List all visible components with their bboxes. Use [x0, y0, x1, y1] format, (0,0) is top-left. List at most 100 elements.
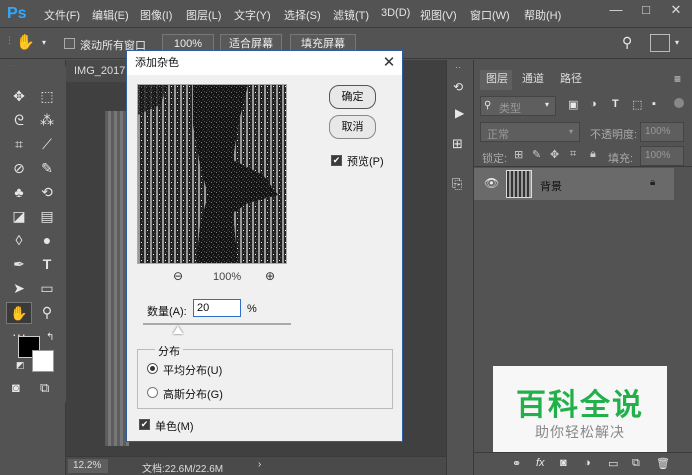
default-colors-icon[interactable]: ◩	[16, 360, 25, 371]
character-panel-icon[interactable]: ⎘	[452, 176, 462, 192]
layer-name[interactable]: 背景	[540, 178, 562, 194]
adjustment-layer-icon[interactable]: ◑	[584, 457, 591, 469]
fx-icon[interactable]: fx	[536, 457, 545, 469]
zoom-out-icon[interactable]: ⊖	[173, 269, 183, 283]
menu-view[interactable]: 视图(V)	[420, 7, 457, 23]
new-group-icon[interactable]: ▭	[608, 457, 618, 470]
filter-pixel-icon[interactable]: ▣	[568, 98, 578, 111]
magic-wand-icon[interactable]: ⁂	[36, 110, 58, 130]
panel-menu-icon[interactable]: ≡	[674, 72, 681, 86]
grip-icon: ⋮	[5, 35, 14, 45]
menu-layer[interactable]: 图层(L)	[186, 7, 221, 23]
dodge-tool-icon[interactable]: ●	[36, 230, 58, 250]
hand-tool-icon[interactable]: ✋	[16, 33, 35, 51]
filter-adjustment-icon[interactable]: ◑	[590, 98, 597, 110]
zoom-level[interactable]: 12.2%	[68, 459, 108, 473]
add-mask-icon[interactable]: ◙	[560, 457, 567, 469]
layer-filter-select[interactable]: ⚲ 类型 ▾	[480, 96, 556, 116]
menu-help[interactable]: 帮助(H)	[524, 7, 561, 23]
search-icon[interactable]: ⚲	[622, 34, 632, 51]
tab-channels[interactable]: 通道	[516, 68, 550, 90]
clone-stamp-icon[interactable]: ♣	[8, 182, 30, 202]
mono-checkbox[interactable]: ✔	[139, 419, 150, 430]
gaussian-radio[interactable]	[147, 387, 158, 398]
path-select-icon[interactable]: ➤	[8, 278, 30, 298]
new-layer-icon[interactable]: ⧉	[632, 457, 640, 470]
tab-layers[interactable]: 图层	[480, 68, 514, 90]
lock-transparent-icon[interactable]: ⊞	[514, 148, 523, 161]
lock-pixels-icon[interactable]: ✎	[532, 148, 541, 161]
scroll-all-checkbox[interactable]	[64, 38, 75, 49]
menu-edit[interactable]: 编辑(E)	[92, 7, 129, 23]
gradient-tool-icon[interactable]: ▤	[36, 206, 58, 226]
pen-tool-icon[interactable]: ✒	[8, 254, 30, 274]
filter-toggle[interactable]	[674, 98, 684, 108]
workspace-dropdown-icon[interactable]: ▾	[675, 38, 679, 47]
minimize-button[interactable]: —	[606, 2, 626, 18]
menu-filter[interactable]: 滤镜(T)	[333, 7, 369, 23]
rectangle-tool-icon[interactable]: ▭	[36, 278, 58, 298]
amount-input[interactable]: 20	[193, 299, 241, 317]
tab-paths[interactable]: 路径	[554, 68, 588, 90]
eyedropper-icon[interactable]: ⟋	[36, 134, 58, 154]
blend-mode-value: 正常	[487, 129, 509, 141]
fill-input[interactable]: 100%	[640, 146, 684, 166]
type-tool-icon[interactable]: T	[36, 254, 58, 274]
watermark-title: 百科全说	[516, 389, 644, 422]
status-menu-icon[interactable]: ›	[258, 459, 261, 470]
marquee-tool-icon[interactable]: ⬚	[36, 86, 58, 106]
properties-panel-icon[interactable]: ⊞	[452, 136, 463, 152]
lock-all-icon[interactable]: 🔒︎	[590, 148, 596, 161]
menu-3d[interactable]: 3D(D)	[381, 7, 410, 19]
uniform-radio[interactable]	[147, 363, 158, 374]
hand-tool-icon[interactable]: ✋	[6, 302, 32, 324]
actions-panel-icon[interactable]: ▶	[455, 106, 464, 120]
distribution-label: 分布	[155, 343, 183, 359]
ok-button[interactable]: 确定	[329, 85, 376, 109]
filter-smart-icon[interactable]: ▪	[652, 98, 656, 110]
opacity-input[interactable]: 100%	[640, 122, 684, 142]
blend-mode-select[interactable]: 正常 ▾	[480, 122, 580, 142]
quick-mask-icon[interactable]: ◙	[12, 380, 20, 395]
dropdown-icon[interactable]: ▾	[42, 38, 46, 47]
background-color-swatch[interactable]	[32, 350, 54, 372]
menu-type[interactable]: 文字(Y)	[234, 7, 271, 23]
crop-tool-icon[interactable]: ⌗	[8, 134, 30, 154]
layer-row-background[interactable]: 👁︎ 背景 🔒︎	[474, 168, 674, 200]
filter-type-icon[interactable]: T	[612, 98, 619, 110]
lock-artboard-icon[interactable]: ⌗	[570, 148, 576, 161]
zoom-in-icon[interactable]: ⊕	[265, 269, 275, 283]
history-brush-icon[interactable]: ⟲	[36, 182, 58, 202]
lock-position-icon[interactable]: ✥	[550, 148, 559, 161]
workspace-icon[interactable]	[650, 34, 670, 52]
screen-mode-icon[interactable]: ⧉	[40, 380, 49, 396]
swap-colors-icon[interactable]: ↰	[46, 332, 54, 343]
blur-tool-icon[interactable]: ◊	[8, 230, 30, 250]
mono-label: 单色(M)	[155, 421, 194, 433]
healing-brush-icon[interactable]: ⊘	[8, 158, 30, 178]
eraser-tool-icon[interactable]: ◪	[8, 206, 30, 226]
zoom-tool-icon[interactable]: ⚲	[36, 302, 58, 322]
filter-shape-icon[interactable]: ⬚	[632, 98, 642, 111]
menu-select[interactable]: 选择(S)	[284, 7, 321, 23]
restore-button[interactable]: □	[636, 2, 656, 18]
noise-preview[interactable]	[137, 84, 287, 264]
close-window-button[interactable]: ✕	[666, 2, 686, 18]
eye-icon[interactable]: 👁︎	[484, 176, 499, 190]
move-tool-icon[interactable]: ✥	[8, 86, 30, 106]
dialog-close-button[interactable]: ✕	[380, 53, 398, 73]
menu-file[interactable]: 文件(F)	[44, 7, 80, 23]
brush-tool-icon[interactable]: ✎	[36, 158, 58, 178]
cancel-button[interactable]: 取消	[329, 115, 376, 139]
history-panel-icon[interactable]: ⟲	[453, 80, 463, 94]
menu-window[interactable]: 窗口(W)	[470, 7, 510, 23]
amount-slider-handle[interactable]	[173, 326, 183, 334]
lasso-tool-icon[interactable]: ᘓ	[8, 110, 30, 130]
link-layers-icon[interactable]: ⚭	[512, 457, 521, 470]
uniform-label: 平均分布(U)	[163, 365, 223, 377]
delete-layer-icon[interactable]: 🗑︎	[656, 457, 670, 470]
watermark: 百科全说 助你轻松解决	[493, 366, 667, 452]
menu-image[interactable]: 图像(I)	[140, 7, 172, 23]
preview-checkbox[interactable]: ✔	[331, 155, 342, 166]
amount-slider-track[interactable]	[143, 323, 291, 325]
